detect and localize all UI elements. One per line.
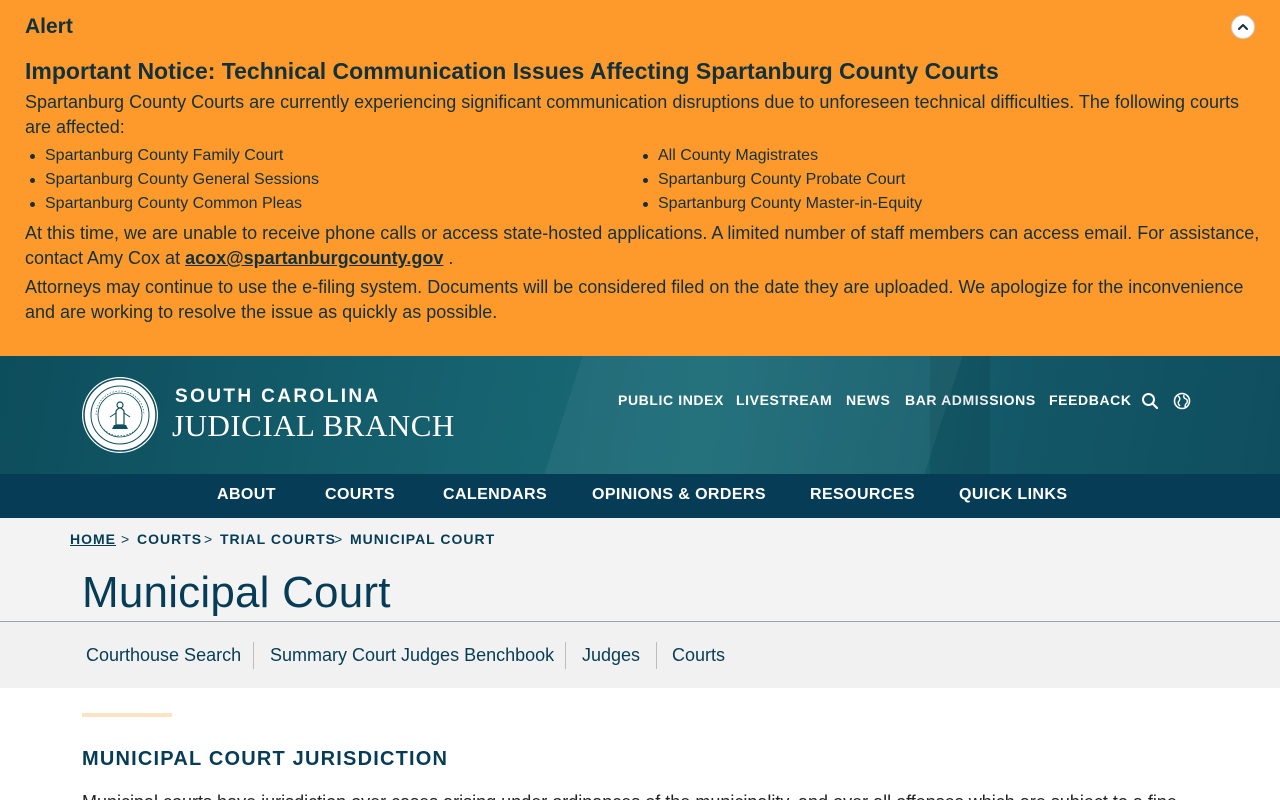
breadcrumb-trial-courts[interactable]: TRIAL COURTS <box>220 531 336 547</box>
nav-item-about[interactable]: ABOUT <box>217 486 276 504</box>
globe-icon <box>1173 392 1191 410</box>
main-navigation: ABOUT COURTS CALENDARS OPINIONS & ORDERS… <box>0 474 1280 518</box>
page-title: Municipal Court <box>82 568 391 617</box>
alert-collapse-button[interactable] <box>1231 15 1255 39</box>
alert-efiling-paragraph: Attorneys may continue to use the e-fili… <box>25 277 1244 322</box>
subnav-judges[interactable]: Judges <box>582 645 640 666</box>
site-header: SOUTH CAROLINA JUDICIAL BRANCH PUBLIC IN… <box>0 356 1280 474</box>
utility-link-news[interactable]: NEWS <box>846 392 890 408</box>
breadcrumb-current: MUNICIPAL COURT <box>350 531 496 547</box>
list-item: Spartanburg County Common Pleas <box>25 192 319 216</box>
subnav-divider <box>656 642 657 669</box>
nav-item-resources[interactable]: RESOURCES <box>810 486 915 504</box>
utility-link-public-index[interactable]: PUBLIC INDEX <box>618 392 724 408</box>
utility-link-bar-admissions[interactable]: BAR ADMISSIONS <box>905 392 1036 408</box>
jurisdiction-paragraph: Municipal courts have jurisdiction over … <box>82 789 1192 800</box>
affected-courts-list-left: Spartanburg County Family Court Spartanb… <box>25 144 319 216</box>
brand-subtitle[interactable]: SOUTH CAROLINA <box>175 386 381 408</box>
page-title-area: HOME > COURTS > TRIAL COURTS > MUNICIPAL… <box>0 518 1280 621</box>
alert-contact-paragraph: At this time, we are unable to receive p… <box>25 221 1260 271</box>
breadcrumb-separator: > <box>121 531 131 547</box>
court-seal-logo[interactable] <box>82 377 158 453</box>
brand-title[interactable]: JUDICIAL BRANCH <box>172 408 455 444</box>
nav-item-quick-links[interactable]: QUICK LINKS <box>959 486 1067 504</box>
utility-link-livestream[interactable]: LIVESTREAM <box>736 392 832 408</box>
subnav-divider <box>253 642 254 669</box>
list-item: Spartanburg County Master-in-Equity <box>638 192 922 216</box>
alert-paragraph: Spartanburg County Courts are currently … <box>25 92 1239 137</box>
subnav-divider <box>565 642 566 669</box>
breadcrumb-separator: > <box>334 531 344 547</box>
nav-item-courts[interactable]: COURTS <box>325 486 395 504</box>
alert-contact-end: . <box>443 248 454 268</box>
breadcrumb-separator: > <box>204 531 214 547</box>
sub-navigation: Courthouse Search Summary Court Judges B… <box>0 621 1280 688</box>
section-accent-bar <box>82 713 172 717</box>
search-button[interactable] <box>1140 391 1160 411</box>
affected-courts-list-right: All County Magistrates Spartanburg Count… <box>638 144 922 216</box>
subnav-judges-benchbook[interactable]: Summary Court Judges Benchbook <box>270 645 554 666</box>
list-item: Spartanburg County Probate Court <box>638 168 922 192</box>
chevron-up-icon <box>1238 24 1248 30</box>
contact-email-link[interactable]: acox@spartanburgcounty.gov <box>185 248 443 268</box>
alert-heading: Important Notice: Technical Communicatio… <box>25 58 999 84</box>
subnav-courthouse-search[interactable]: Courthouse Search <box>86 645 241 666</box>
list-item: All County Magistrates <box>638 144 922 168</box>
search-icon <box>1142 393 1159 410</box>
subnav-courts[interactable]: Courts <box>672 645 725 666</box>
list-item: Spartanburg County Family Court <box>25 144 319 168</box>
section-heading: MUNICIPAL COURT JURISDICTION <box>82 748 449 770</box>
seal-icon <box>83 378 157 452</box>
breadcrumb-courts[interactable]: COURTS <box>137 531 202 547</box>
nav-item-calendars[interactable]: CALENDARS <box>443 486 547 504</box>
breadcrumb-home[interactable]: HOME <box>70 531 116 547</box>
utility-link-feedback[interactable]: FEEDBACK <box>1049 392 1132 408</box>
alert-banner: Alert Important Notice: Technical Commun… <box>0 0 1280 356</box>
list-item: Spartanburg County General Sessions <box>25 168 319 192</box>
nav-item-opinions-orders[interactable]: OPINIONS & ORDERS <box>592 486 766 504</box>
language-button[interactable] <box>1172 391 1192 411</box>
alert-label: Alert <box>25 15 73 38</box>
